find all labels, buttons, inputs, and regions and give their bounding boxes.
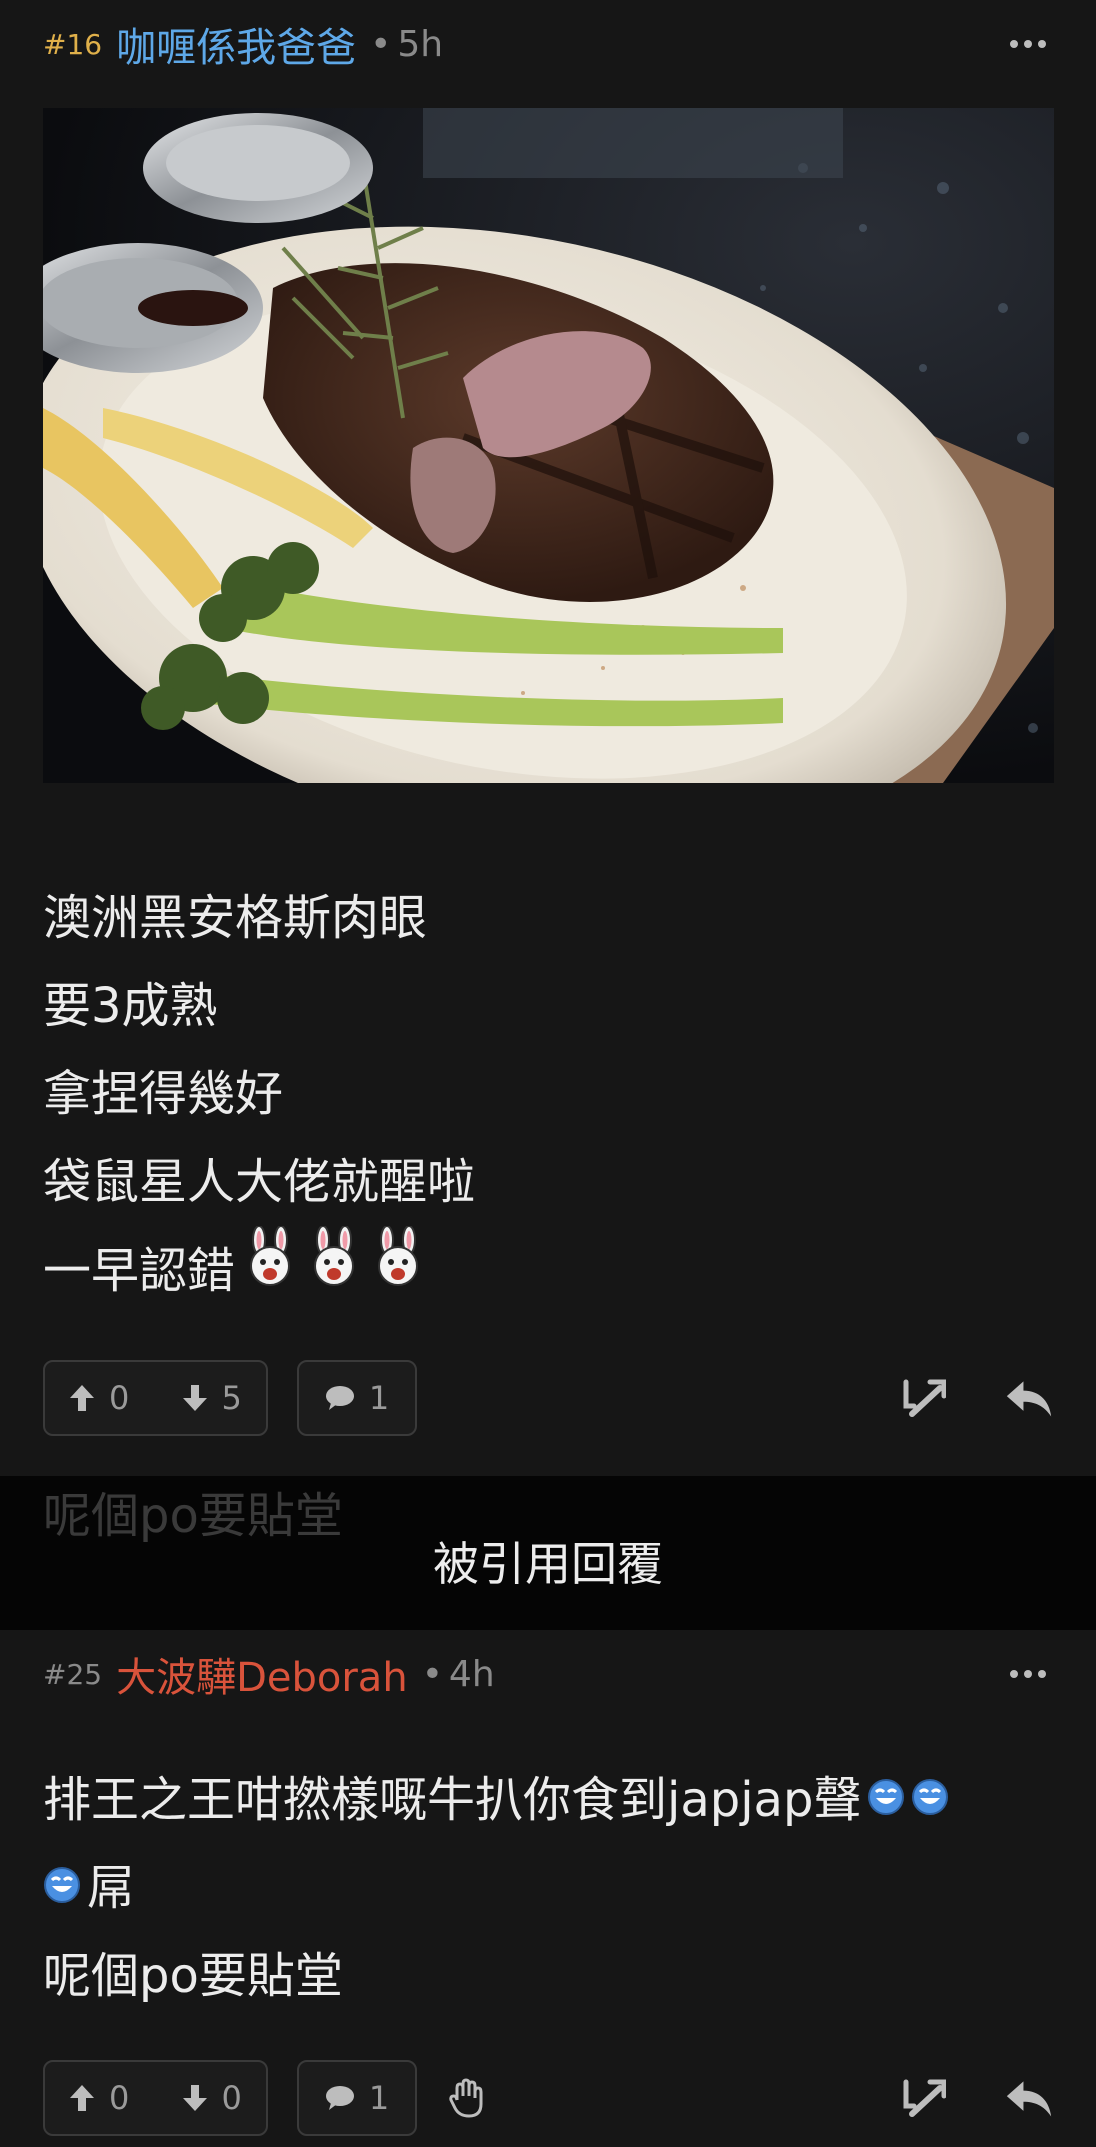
comment-count: 1	[368, 2079, 390, 2117]
upvote-arrow-icon	[70, 1385, 94, 1411]
post-image[interactable]	[43, 108, 1054, 783]
quote-reply-icon	[903, 1379, 946, 1417]
downvote-arrow-icon	[182, 1385, 207, 1411]
more-options-button[interactable]	[1004, 24, 1052, 64]
author-name[interactable]: 大波驊Deborah	[116, 1645, 408, 1703]
vote-box: 0 5	[43, 1360, 268, 1436]
post-action-bar: 0 0 1	[43, 2060, 1053, 2136]
floor-number: #25	[43, 1657, 103, 1691]
reply-arrow-icon	[1006, 1381, 1052, 1417]
reaction-button[interactable]	[443, 2074, 491, 2122]
more-icon	[1010, 40, 1018, 48]
rabbit-emoji-icon	[241, 1225, 299, 1316]
author-name[interactable]: 咖喱係我爸爸	[116, 15, 356, 73]
quote-reply-button[interactable]	[899, 2074, 947, 2122]
upvote-arrow-icon	[70, 2085, 94, 2111]
post-16: #16 咖喱係我爸爸 • 5h 澳洲黑安格斯肉眼 要3成熟 拿捏得幾好 袋鼠星人…	[0, 0, 1096, 1476]
post-content: 澳洲黑安格斯肉眼 要3成熟 拿捏得幾好 袋鼠星人大佬就醒啦 一早認錯	[43, 874, 1053, 1316]
post-action-bar: 0 5 1	[43, 1360, 1053, 1436]
upvote-button[interactable]: 0	[45, 2079, 154, 2117]
comment-button[interactable]: 1	[297, 2060, 417, 2136]
quote-reply-icon	[903, 2079, 946, 2117]
upvote-count: 0	[109, 2079, 130, 2117]
content-line: 澳洲黑安格斯肉眼	[43, 890, 428, 946]
post-time: 4h	[448, 1653, 495, 1695]
more-icon	[1010, 1670, 1018, 1678]
upvote-button[interactable]: 0	[45, 1379, 154, 1417]
quoted-reply-label: 被引用回覆	[433, 1537, 663, 1591]
laughing-emoji-icon	[867, 1756, 905, 1844]
downvote-count: 5	[221, 1379, 242, 1417]
downvote-count: 0	[221, 2079, 242, 2117]
comment-bubble-icon	[325, 2086, 354, 2110]
post-25: #25 大波驊Deborah • 4h 排王之王咁撚樣嘅牛扒你食到japjap聲…	[0, 1630, 1096, 2147]
content-line: 呢個po要貼堂	[43, 1948, 343, 2004]
content-text: 屌	[87, 1860, 136, 1916]
comment-count: 1	[368, 1379, 390, 1417]
quoted-reply-banner[interactable]: 呢個po要貼堂 被引用回覆	[0, 1476, 1096, 1630]
more-options-button[interactable]	[1004, 1654, 1052, 1694]
steak-photo	[43, 108, 1054, 783]
content-line-with-emoji: 屌	[43, 1844, 1053, 1932]
content-line-with-emoji: 一早認錯	[43, 1225, 1053, 1316]
comment-button[interactable]: 1	[297, 1360, 417, 1436]
reply-button[interactable]	[1005, 2074, 1053, 2122]
reply-button[interactable]	[1005, 1374, 1053, 1422]
laughing-emoji-icon	[911, 1756, 949, 1844]
content-line-with-emoji: 排王之王咁撚樣嘅牛扒你食到japjap聲	[43, 1756, 1053, 1844]
floor-number: #16	[43, 27, 103, 61]
quote-reply-button[interactable]	[899, 1374, 947, 1422]
vote-box: 0 0	[43, 2060, 268, 2136]
downvote-arrow-icon	[182, 2085, 207, 2111]
post-header: #16 咖喱係我爸爸 • 5h	[43, 14, 1096, 74]
content-text: 排王之王咁撚樣嘅牛扒你食到japjap聲	[43, 1772, 862, 1828]
downvote-button[interactable]: 5	[154, 1379, 267, 1417]
content-line: 要3成熟	[43, 978, 218, 1034]
content-line: 拿捏得幾好	[43, 1066, 284, 1122]
content-text: 一早認錯	[43, 1243, 236, 1299]
post-content: 排王之王咁撚樣嘅牛扒你食到japjap聲 屌 呢個po要貼堂	[43, 1756, 1053, 2020]
separator-dot: •	[370, 23, 392, 65]
rabbit-emoji-icon	[369, 1225, 427, 1316]
post-header: #25 大波驊Deborah • 4h	[43, 1644, 1096, 1704]
upvote-count: 0	[109, 1379, 130, 1417]
separator-dot: •	[421, 1653, 443, 1695]
content-line: 袋鼠星人大佬就醒啦	[43, 1154, 476, 1210]
wave-hand-icon	[449, 2078, 483, 2118]
post-time: 5h	[397, 23, 444, 65]
laughing-emoji-icon	[43, 1844, 81, 1932]
rabbit-emoji-icon	[305, 1225, 363, 1316]
reply-arrow-icon	[1006, 2081, 1052, 2117]
comment-bubble-icon	[325, 1386, 354, 1410]
downvote-button[interactable]: 0	[154, 2079, 267, 2117]
